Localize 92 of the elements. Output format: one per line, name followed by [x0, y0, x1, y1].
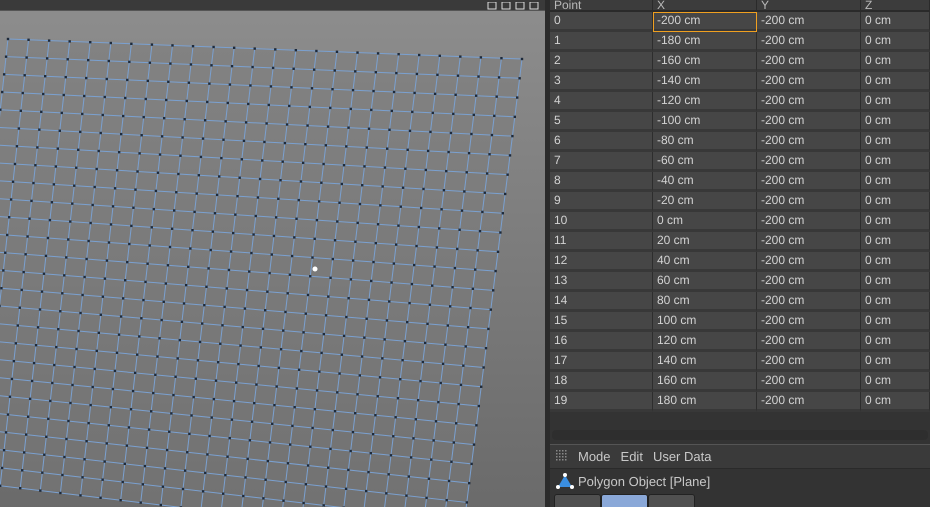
table-cell[interactable]: 0 cm [861, 332, 930, 352]
table-cell[interactable]: -200 cm [757, 292, 861, 312]
table-cell: 6 [550, 132, 653, 152]
table-cell: 12 [550, 252, 653, 272]
table-cell: 4 [550, 92, 653, 112]
grip-icon [556, 450, 568, 462]
table-cell[interactable]: -200 cm [757, 172, 861, 192]
table-cell[interactable]: 160 cm [653, 372, 757, 392]
table-cell[interactable]: -200 cm [757, 152, 861, 172]
table-cell[interactable]: 0 cm [861, 212, 930, 232]
table-cell[interactable]: -140 cm [653, 72, 757, 92]
table-cell[interactable]: 60 cm [653, 272, 757, 292]
table-cell[interactable]: 80 cm [653, 292, 757, 312]
table-cell[interactable]: 0 cm [861, 32, 930, 52]
table-cell[interactable]: -200 cm [757, 52, 861, 72]
column-header: X [653, 0, 757, 12]
table-cell[interactable]: -40 cm [653, 172, 757, 192]
column-header: Point [550, 0, 653, 12]
table-cell[interactable]: 0 cm [861, 372, 930, 392]
menu-item[interactable]: Edit [620, 448, 643, 464]
table-cell[interactable]: 0 cm [861, 152, 930, 172]
table-cell: 5 [550, 112, 653, 132]
table-cell[interactable]: 140 cm [653, 352, 757, 372]
table-cell: 16 [550, 332, 653, 352]
table-cell[interactable]: 0 cm [861, 312, 930, 332]
table-cell[interactable]: -200 cm [757, 32, 861, 52]
table-cell: 15 [550, 312, 653, 332]
table-cell[interactable]: 0 cm [861, 392, 930, 412]
table-cell: 2 [550, 52, 653, 72]
table-cell[interactable]: -200 cm [757, 92, 861, 112]
table-cell[interactable]: -200 cm [757, 392, 861, 412]
table-cell[interactable]: 0 cm [861, 272, 930, 292]
table-cell[interactable]: -200 cm [757, 252, 861, 272]
table-cell[interactable]: 0 cm [861, 72, 930, 92]
table-cell[interactable]: -200 cm [757, 272, 861, 292]
table-cell: 3 [550, 72, 653, 92]
table-cell[interactable]: -80 cm [653, 132, 757, 152]
table-cell[interactable]: -180 cm [653, 32, 757, 52]
table-cell: 10 [550, 212, 653, 232]
table-cell[interactable]: -200 cm [757, 212, 861, 232]
table-cell[interactable]: 20 cm [653, 232, 757, 252]
table-cell: 8 [550, 172, 653, 192]
menu-item[interactable]: User Data [652, 448, 712, 464]
tab[interactable] [601, 494, 648, 507]
table-cell[interactable]: 0 cm [861, 52, 930, 72]
table-cell: 17 [550, 352, 653, 372]
table-cell[interactable]: 0 cm [861, 172, 930, 192]
table-cell[interactable]: -160 cm [653, 52, 757, 72]
table-cell[interactable]: -200 cm [757, 332, 861, 352]
table-cell: 19 [550, 392, 653, 412]
table-cell[interactable]: 0 cm [861, 112, 930, 132]
object-title: Polygon Object [Plane] [578, 474, 710, 489]
table-cell[interactable]: 0 cm [861, 352, 930, 372]
pivot-dot [312, 266, 318, 272]
table-cell[interactable]: -200 cm [757, 352, 861, 372]
table-cell: 1 [550, 32, 653, 52]
table-cell[interactable]: 40 cm [653, 252, 757, 272]
table-cell[interactable]: -100 cm [653, 112, 757, 132]
table-cell[interactable]: 0 cm [861, 232, 930, 252]
table-cell[interactable]: 180 cm [653, 392, 757, 412]
table-cell[interactable]: -200 cm [757, 132, 861, 152]
table-cell[interactable]: 0 cm [861, 292, 930, 312]
column-header: Y [757, 0, 861, 12]
table-cell[interactable]: 0 cm [861, 252, 930, 272]
table-cell[interactable]: -200 cm [757, 372, 861, 392]
table-cell[interactable]: 120 cm [653, 332, 757, 352]
table-cell[interactable]: -200 cm [757, 72, 861, 92]
table-cell[interactable]: 100 cm [653, 312, 757, 332]
table-cell: 11 [550, 232, 653, 252]
table-cell[interactable]: -200 cm [757, 12, 861, 32]
table-cell: 14 [550, 292, 653, 312]
table-cell[interactable]: 0 cm [653, 212, 757, 232]
table-cell: 18 [550, 372, 653, 392]
table-cell[interactable]: -200 cm [757, 192, 861, 212]
menu-item[interactable]: Mode [578, 448, 611, 464]
table-cell[interactable]: 0 cm [861, 12, 930, 32]
table-cell: 13 [550, 272, 653, 292]
polygon-icon [556, 472, 574, 490]
table-cell: 0 [550, 12, 653, 32]
column-header: Z [861, 0, 930, 12]
table-cell[interactable]: -200 cm [757, 232, 861, 252]
table-cell[interactable]: -120 cm [653, 92, 757, 112]
table-cell[interactable]: -200 cm [653, 12, 757, 32]
table-cell[interactable]: 0 cm [861, 92, 930, 112]
table-cell[interactable]: -200 cm [757, 112, 861, 132]
table-cell: 7 [550, 152, 653, 172]
table-cell[interactable]: 0 cm [861, 192, 930, 212]
table-cell[interactable]: -20 cm [653, 192, 757, 212]
table-cell[interactable]: -200 cm [757, 312, 861, 332]
table-cell[interactable]: 0 cm [861, 132, 930, 152]
table-cell: 9 [550, 192, 653, 212]
table-cell[interactable]: -60 cm [653, 152, 757, 172]
